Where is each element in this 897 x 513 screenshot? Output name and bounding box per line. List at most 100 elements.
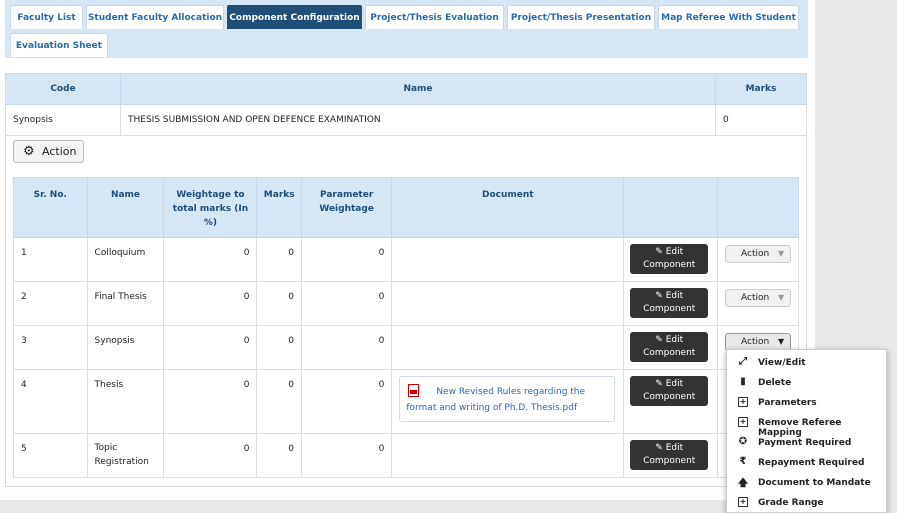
- tab-project-thesis-presentation[interactable]: Project/Thesis Presentation: [507, 5, 655, 29]
- cell-name: Colloquium: [86, 237, 165, 282]
- cell-document: New Revised Rules regarding the format a…: [391, 369, 625, 434]
- summary-name: THESIS SUBMISSION AND OPEN DEFENCE EXAMI…: [120, 104, 716, 136]
- table-row: 2 Final Thesis 0 0 0 ✎ Edit Component Ac…: [13, 281, 799, 326]
- cell-document: [391, 325, 625, 370]
- cell-action: Action ▼: [717, 281, 799, 326]
- cell-param: 0: [300, 369, 393, 434]
- col-marks: Marks: [715, 73, 807, 105]
- table-row: 4 Thesis 0 0 0 New Revised Rules regardi…: [13, 369, 799, 434]
- col-weightage: Weightage to total marks (In %): [163, 177, 258, 238]
- table-row: 5 Topic Registration 0 0 0 ✎ Edit Compon…: [13, 433, 799, 478]
- edit-component-button[interactable]: ✎ Edit Component: [630, 440, 709, 470]
- edit-label: Edit Component: [643, 443, 696, 466]
- edit-label: Edit Component: [643, 335, 696, 358]
- col-name: Name: [86, 177, 165, 238]
- cell-name: Topic Registration: [86, 433, 165, 478]
- action-button-label: Action: [42, 145, 77, 158]
- summary-marks: 0: [715, 104, 807, 136]
- row-action-dropdown[interactable]: Action ▼: [725, 289, 791, 307]
- cell-param: 0: [300, 281, 393, 326]
- plus-box-icon: +: [738, 417, 748, 427]
- edit-component-button[interactable]: ✎ Edit Component: [630, 332, 709, 362]
- menu-label: Document to Mandate: [758, 478, 871, 488]
- edit-label: Edit Component: [643, 379, 696, 402]
- menu-item-document-to-mandate[interactable]: 🡅 Document to Mandate: [727, 473, 887, 493]
- menu-label: Payment Required: [758, 438, 852, 448]
- table-row: Synopsis THESIS SUBMISSION AND OPEN DEFE…: [5, 104, 807, 136]
- col-code: Code: [5, 73, 121, 105]
- cell-marks: 0: [256, 325, 302, 370]
- pencil-icon: ✎: [655, 335, 663, 345]
- components-table: Sr. No. Name Weightage to total marks (I…: [13, 177, 799, 478]
- plus-box-icon: +: [738, 397, 748, 407]
- cell-marks: 0: [256, 433, 302, 478]
- summary-code: Synopsis: [5, 104, 121, 136]
- row-action-label: Action: [741, 293, 770, 303]
- col-name: Name: [120, 73, 716, 105]
- cell-marks: 0: [256, 281, 302, 326]
- expand-icon: ⤢: [739, 356, 747, 367]
- cell-weightage: 0: [163, 433, 258, 478]
- tab-student-faculty-allocation[interactable]: Student Faculty Allocation: [86, 5, 224, 29]
- cell-sr: 4: [13, 369, 88, 434]
- edit-label: Edit Component: [643, 291, 696, 314]
- badge-check-icon: ✪: [738, 436, 748, 447]
- cell-edit: ✎ Edit Component: [623, 369, 718, 434]
- document-link[interactable]: New Revised Rules regarding the format a…: [406, 384, 606, 416]
- menu-label: Repayment Required: [758, 458, 865, 468]
- page-panel: Faculty List Student Faculty Allocation …: [0, 0, 815, 500]
- plus-box-icon: +: [738, 497, 748, 507]
- cell-document: [391, 281, 625, 326]
- menu-label: Delete: [758, 378, 792, 388]
- menu-label: View/Edit: [758, 358, 806, 368]
- cell-param: 0: [300, 433, 393, 478]
- tab-bar: Faculty List Student Faculty Allocation …: [5, 0, 808, 58]
- tab-component-configuration[interactable]: Component Configuration: [227, 5, 362, 29]
- edit-component-button[interactable]: ✎ Edit Component: [630, 288, 709, 318]
- tab-map-referee-with-student[interactable]: Map Referee With Student: [658, 5, 799, 29]
- cell-sr: 5: [13, 433, 88, 478]
- document-attachment: New Revised Rules regarding the format a…: [399, 376, 616, 422]
- col-marks: Marks: [256, 177, 302, 238]
- pencil-icon: ✎: [655, 443, 663, 453]
- rupee-icon: ₹: [739, 456, 747, 467]
- edit-component-button[interactable]: ✎ Edit Component: [630, 376, 709, 406]
- arrow-up-icon: 🡅: [737, 478, 749, 489]
- menu-item-parameters[interactable]: + Parameters: [727, 393, 887, 413]
- pencil-icon: ✎: [655, 291, 663, 301]
- col-action: [717, 177, 799, 238]
- cell-marks: 0: [256, 369, 302, 434]
- caret-down-icon: ▼: [778, 249, 785, 258]
- menu-item-view-edit[interactable]: ⤢ View/Edit: [727, 353, 887, 373]
- row-action-label: Action: [741, 337, 770, 347]
- tab-evaluation-sheet[interactable]: Evaluation Sheet: [10, 33, 108, 57]
- pencil-icon: ✎: [655, 379, 663, 389]
- menu-label: Grade Range: [758, 498, 824, 508]
- menu-item-remove-referee-mapping[interactable]: + Remove Referee Mapping: [727, 413, 887, 438]
- menu-item-grade-range[interactable]: + Grade Range: [727, 493, 887, 513]
- cell-sr: 3: [13, 325, 88, 370]
- trash-icon: ▮: [740, 376, 746, 387]
- gear-icon: ⚙: [23, 144, 35, 159]
- row-action-dropdown[interactable]: Action ▼: [725, 245, 791, 263]
- edit-component-button[interactable]: ✎ Edit Component: [630, 244, 709, 274]
- caret-down-icon: ▼: [778, 337, 785, 346]
- cell-marks: 0: [256, 237, 302, 282]
- row-action-label: Action: [741, 249, 770, 259]
- summary-table: Code Name Marks Synopsis THESIS SUBMISSI…: [5, 73, 807, 136]
- action-button[interactable]: ⚙ Action: [13, 140, 84, 163]
- cell-param: 0: [300, 325, 393, 370]
- menu-item-payment-required[interactable]: ✪ Payment Required: [727, 433, 887, 453]
- caret-down-icon: ▼: [778, 293, 785, 302]
- menu-item-repayment-required[interactable]: ₹ Repayment Required: [727, 453, 887, 473]
- cell-document: [391, 237, 625, 282]
- menu-label: Parameters: [758, 398, 817, 408]
- table-row: 3 Synopsis 0 0 0 ✎ Edit Component Action…: [13, 325, 799, 370]
- col-sr-no: Sr. No.: [13, 177, 88, 238]
- tab-faculty-list[interactable]: Faculty List: [10, 5, 83, 29]
- col-edit: [623, 177, 718, 238]
- menu-item-delete[interactable]: ▮ Delete: [727, 373, 887, 393]
- cell-weightage: 0: [163, 237, 258, 282]
- cell-sr: 2: [13, 281, 88, 326]
- tab-project-thesis-evaluation[interactable]: Project/Thesis Evaluation: [365, 5, 504, 29]
